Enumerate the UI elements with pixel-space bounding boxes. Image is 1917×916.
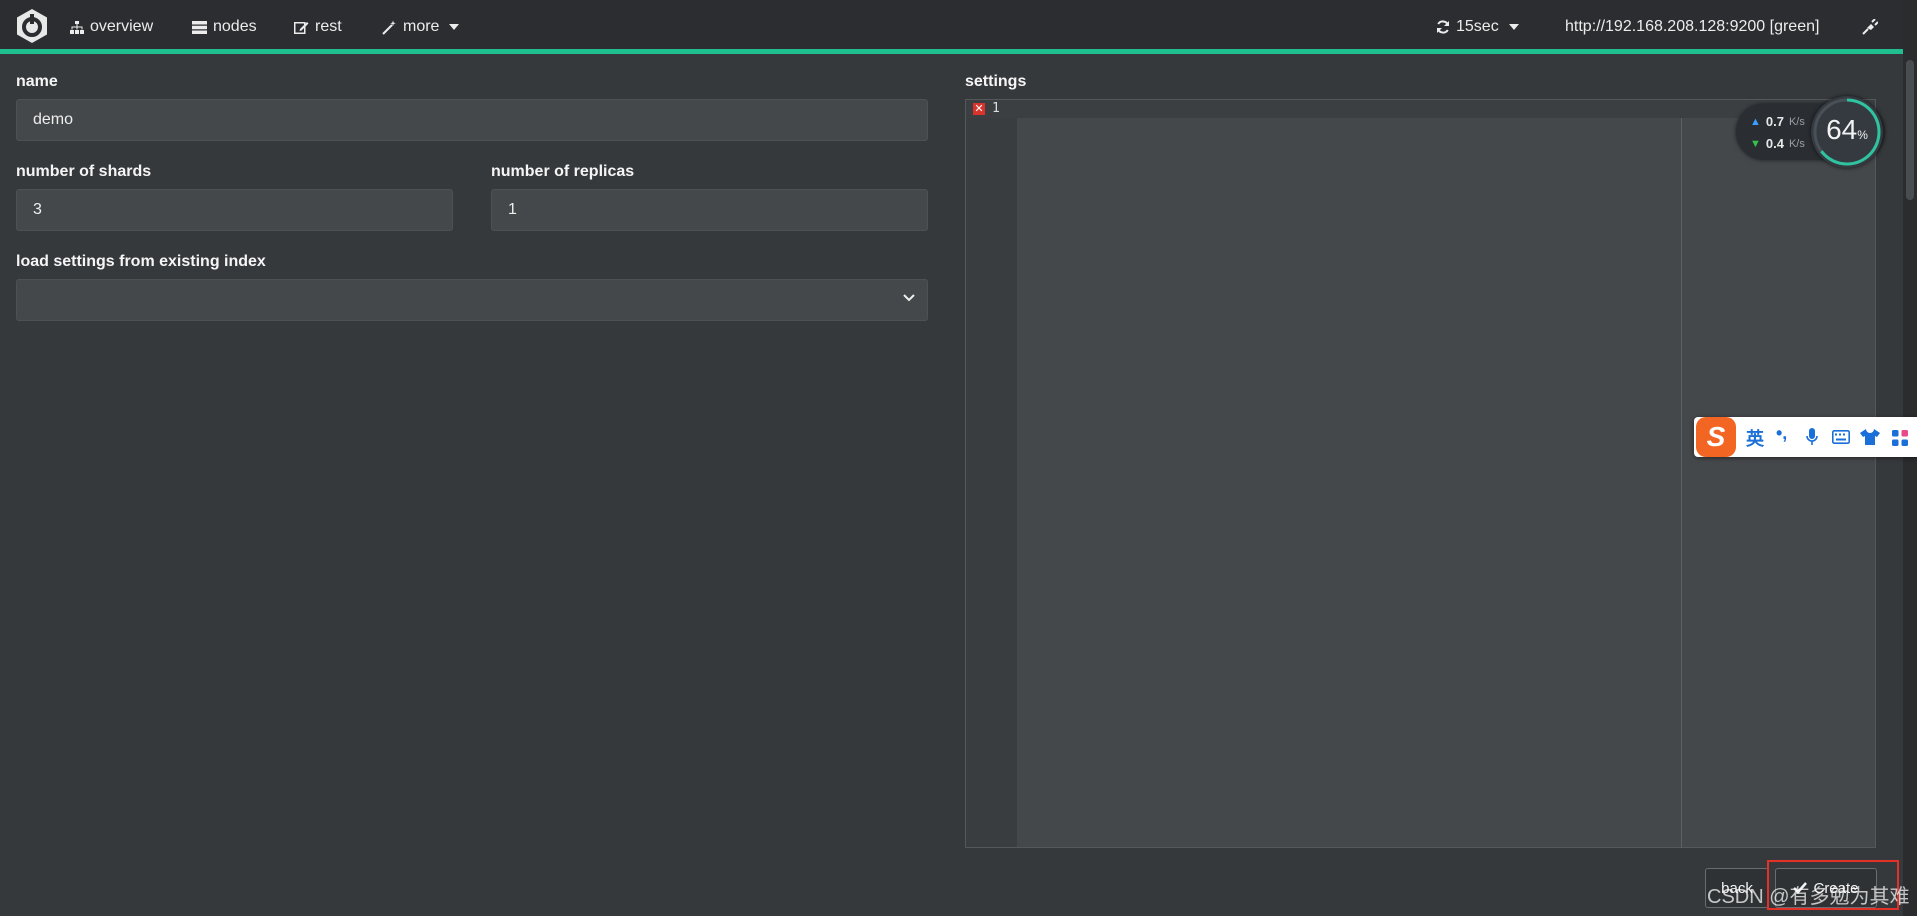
server-icon — [192, 20, 207, 34]
caret-down-icon — [449, 24, 460, 30]
load-settings-label: load settings from existing index — [16, 253, 266, 270]
settings-json-editor[interactable]: ✕ 1 — [965, 99, 1876, 848]
cluster-connection-url[interactable]: http://192.168.208.128:9200 [green] — [1565, 0, 1819, 54]
download-speed-unit: K/s — [1788, 137, 1805, 150]
shards-input[interactable]: 3 — [16, 189, 453, 231]
page-scrollbar[interactable] — [1903, 0, 1917, 916]
shards-label: number of shards — [16, 163, 152, 180]
sitemap-icon — [70, 20, 84, 34]
name-input[interactable]: demo — [16, 99, 928, 141]
editor-active-line — [966, 100, 1875, 118]
arrow-up-icon: ▲ — [1750, 115, 1761, 128]
ime-language-toggle[interactable]: 英 — [1746, 425, 1764, 451]
refresh-interval-label: 15sec — [1456, 18, 1499, 35]
microphone-icon[interactable] — [1806, 428, 1818, 446]
gauge-value: 64 — [1826, 114, 1858, 145]
cluster-url-label: http://192.168.208.128:9200 [green] — [1565, 18, 1820, 35]
upload-speed-unit: K/s — [1788, 115, 1805, 128]
arrow-down-icon: ▼ — [1750, 137, 1761, 150]
elasticsearch-head-logo-icon[interactable] — [14, 8, 50, 44]
usage-gauge[interactable]: 64% — [1811, 96, 1883, 168]
replicas-label: number of replicas — [491, 163, 635, 180]
scrollbar-thumb[interactable] — [1906, 60, 1914, 200]
replicas-input[interactable]: 1 — [491, 189, 928, 231]
edit-icon — [294, 22, 309, 34]
disconnect-button[interactable] — [1862, 0, 1878, 54]
top-navbar: overview nodes rest more 15sec http://19… — [0, 0, 1917, 54]
download-speed-value: 0.4 — [1765, 136, 1784, 151]
name-label: name — [16, 73, 58, 90]
load-settings-select[interactable] — [16, 279, 928, 321]
skin-shirt-icon[interactable] — [1860, 429, 1880, 445]
toolbox-grid-icon[interactable] — [1891, 429, 1909, 447]
nav-nodes[interactable]: nodes — [192, 0, 257, 54]
nav-rest[interactable]: rest — [294, 0, 342, 54]
magic-wand-icon — [382, 20, 396, 35]
replicas-input-value: 1 — [508, 201, 517, 218]
editor-gutter — [966, 100, 1017, 847]
refresh-interval-dropdown[interactable]: 15sec — [1436, 0, 1519, 54]
keyboard-icon[interactable] — [1832, 430, 1850, 444]
refresh-icon — [1437, 20, 1449, 34]
shards-input-value: 3 — [33, 201, 42, 218]
download-speed: ▼ 0.4 K/s — [1750, 136, 1805, 151]
gauge-unit: % — [1857, 128, 1868, 142]
nav-more-dropdown[interactable]: more — [382, 0, 460, 54]
nav-rest-label: rest — [315, 18, 342, 35]
upload-speed-value: 0.7 — [1765, 114, 1784, 129]
error-marker-icon: ✕ — [973, 103, 985, 115]
csdn-watermark: CSDN @有多勉为其难 — [1707, 886, 1910, 908]
nav-more-label: more — [403, 18, 440, 35]
gauge-readout: 64% — [1811, 114, 1883, 146]
nav-overview[interactable]: overview — [70, 0, 153, 54]
caret-down-icon — [1508, 24, 1519, 30]
nav-overview-label: overview — [90, 18, 154, 35]
nav-nodes-label: nodes — [213, 18, 257, 35]
chevron-down-icon — [903, 294, 915, 302]
settings-label: settings — [965, 73, 1027, 90]
editor-print-margin — [1681, 118, 1682, 848]
ime-toolbar[interactable]: S 英 •, — [1694, 417, 1917, 457]
upload-speed: ▲ 0.7 K/s — [1750, 114, 1805, 129]
sogou-logo-icon[interactable]: S — [1696, 417, 1736, 457]
plug-icon — [1862, 19, 1878, 35]
ime-punctuation-toggle[interactable]: •, — [1776, 423, 1787, 444]
line-number: 1 — [992, 101, 1000, 116]
name-input-value: demo — [33, 111, 74, 128]
